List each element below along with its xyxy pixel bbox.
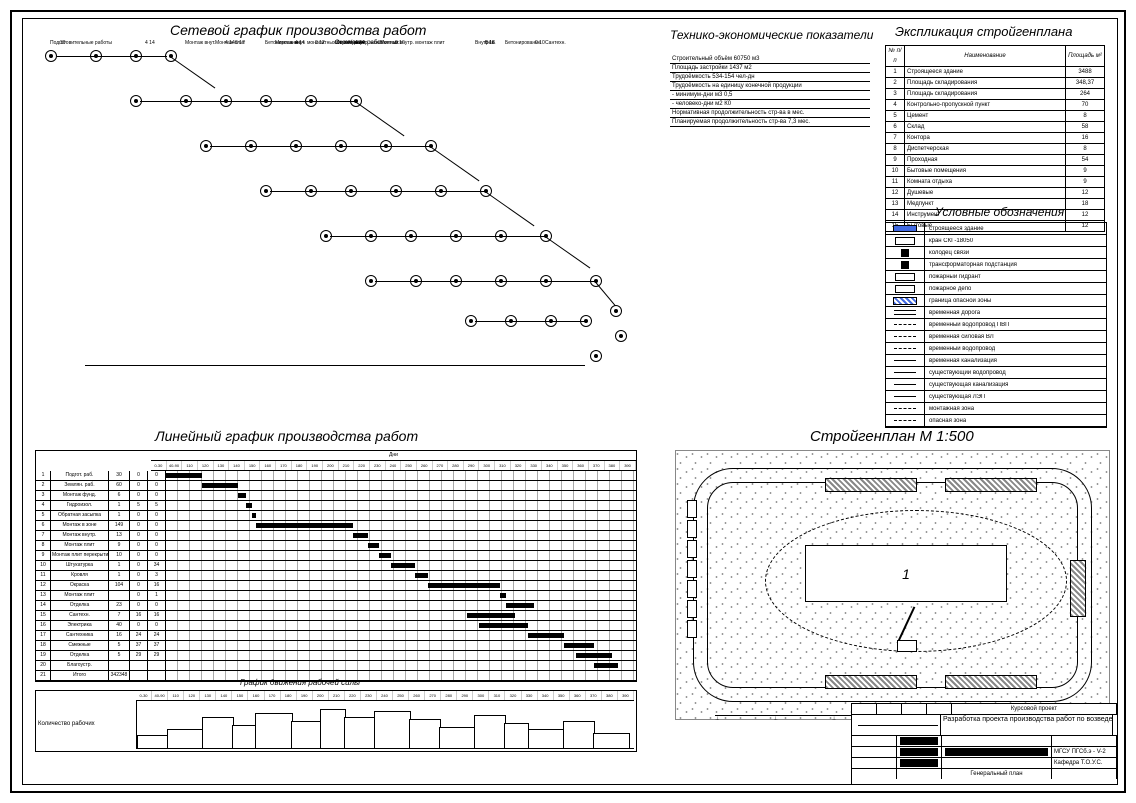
workforce-chart: 0-3040-901101201301401501601701801902002… <box>35 690 637 752</box>
tech-table: Строительный объём 60750 м3Площадь застр… <box>670 55 870 127</box>
linear-schedule-table: Дни 0-3040-90110120130140150160170180190… <box>35 450 637 682</box>
legend-table: строящееся зданиекран СКГ-18050колодец с… <box>885 222 1107 428</box>
network-diagram: Подготовительные работы 30 Монтаж внут. … <box>35 40 635 370</box>
workforce-title: График движения рабочей силы <box>240 678 360 687</box>
siteplan-title: Стройгенплан М 1:500 <box>810 428 974 445</box>
legend-title: Условные обозначения <box>935 205 1064 219</box>
linear-title: Линейный график производства работ <box>155 428 418 444</box>
site-plan: 1 ⊥⊥⊥⊥⊥⊥⊥ <box>675 450 1110 720</box>
explication-title: Экспликация стройгенплана <box>895 24 1072 39</box>
network-title: Сетевой график производства работ <box>170 22 426 38</box>
tech-title: Технико-экономические показатели <box>670 28 870 42</box>
explication-table: № п/п Наименование Площадь м² 1Строящеес… <box>885 45 1105 232</box>
drawing-sheet: Сетевой график производства работ Техник… <box>0 0 1136 803</box>
title-block: Курсовой проект Разработка проекта произ… <box>851 703 1118 785</box>
